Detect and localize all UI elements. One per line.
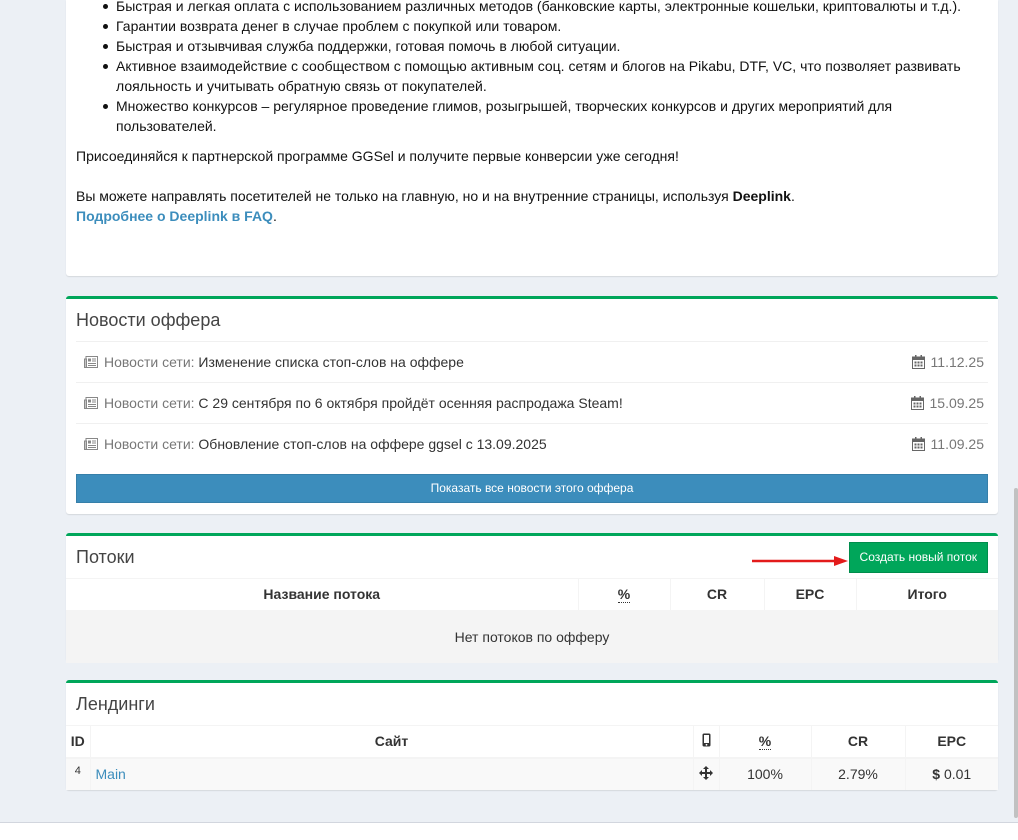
benefit-item: Активное взаимодействие с сообществом с …	[103, 56, 992, 96]
col-mobile[interactable]	[693, 725, 720, 759]
landing-epc-value: 0.01	[943, 766, 972, 782]
news-box-title: Новости оффера	[76, 310, 221, 330]
col-landing-percent-label: %	[758, 733, 772, 751]
news-title: Обновление стоп-слов на оффере ggsel с 1…	[198, 436, 547, 452]
calendar-icon	[911, 355, 925, 369]
faq-deeplink-link[interactable]: Подробнее о Deeplink в FAQ	[76, 208, 273, 224]
news-item[interactable]: Новости сети: Изменение списка стоп-слов…	[76, 341, 988, 382]
news-list: Новости сети: Изменение списка стоп-слов…	[76, 341, 988, 464]
benefit-item: Быстрая и отзывчивая служба поддержки, г…	[103, 36, 992, 56]
faq-end: .	[272, 208, 277, 224]
landing-epc: $ 0.01	[905, 757, 998, 790]
news-date-value: 11.09.25	[930, 436, 984, 452]
dollar-sign: $	[932, 766, 941, 782]
landings-table: ID Сайт % CR EPC 4 Main 100% 2.79% $ 0.0…	[66, 725, 998, 790]
col-percent-label: %	[617, 586, 631, 604]
landing-site-cell: Main	[90, 757, 694, 790]
mobile-icon	[702, 733, 710, 747]
landings-box-title: Лендинги	[76, 694, 155, 714]
show-all-news-button[interactable]: Показать все новости этого оффера	[76, 474, 988, 503]
calendar-icon	[910, 396, 924, 410]
landings-box: Лендинги ID Сайт % CR EPC 4 Main 100% 2.…	[66, 680, 998, 790]
landing-percent: 100%	[719, 757, 812, 790]
benefit-item: Множество конкурсов – регулярное проведе…	[103, 96, 992, 136]
col-stream-name[interactable]: Название потока	[66, 578, 579, 612]
news-date-value: 11.12.25	[930, 354, 984, 370]
benefit-item: Гарантии возврата денег в случае проблем…	[103, 16, 992, 36]
join-text: Присоединяйся к партнерской программе GG…	[76, 148, 679, 164]
col-total[interactable]: Итого	[856, 578, 998, 612]
calendar-icon	[911, 437, 925, 451]
news-category: Новости сети:	[104, 395, 195, 411]
news-category: Новости сети:	[104, 436, 195, 452]
news-date: 11.12.25	[911, 354, 984, 370]
landing-row: 4 Main 100% 2.79% $ 0.01	[66, 757, 998, 790]
col-site[interactable]: Сайт	[90, 725, 694, 759]
news-title: Изменение списка стоп-слов на оффере	[198, 354, 464, 370]
landing-cr: 2.79%	[811, 757, 906, 790]
faq-line: Подробнее о Deeplink в FAQ.	[76, 206, 277, 226]
offer-news-box: Новости оффера Новости сети: Изменение с…	[66, 296, 998, 514]
col-epc[interactable]: EPC	[764, 578, 857, 612]
news-date-value: 15.09.25	[929, 395, 985, 411]
landing-move-cell	[693, 757, 720, 790]
news-date: 15.09.25	[910, 395, 985, 411]
benefits-list: Быстрая и легкая оплата с использованием…	[103, 0, 992, 136]
offer-description-box: Быстрая и легкая оплата с использованием…	[66, 0, 998, 276]
landing-id: 4	[66, 757, 91, 790]
news-item[interactable]: Новости сети: Обновление стоп-слов на оф…	[76, 423, 988, 464]
page-content: Быстрая и легкая оплата с использованием…	[66, 0, 998, 790]
deeplink-text: Вы можете направлять посетителей не толь…	[76, 186, 795, 206]
deeplink-text-end: .	[790, 188, 795, 204]
newspaper-icon	[84, 438, 98, 450]
streams-table-header: Название потока % CR EPC Итого	[66, 578, 998, 612]
streams-table: Название потока % CR EPC Итого Нет поток…	[66, 578, 998, 663]
red-arrow-annotation	[752, 556, 848, 566]
benefit-item: Быстрая и легкая оплата с использованием…	[103, 0, 992, 16]
news-item[interactable]: Новости сети: С 29 сентября по 6 октября…	[76, 382, 988, 423]
footer-bar	[0, 822, 1018, 840]
landing-site-link[interactable]: Main	[96, 766, 126, 782]
page-scrollbar[interactable]	[1014, 488, 1018, 818]
empty-text: Нет потоков по офферу	[66, 610, 998, 663]
create-stream-button[interactable]: Создать новый поток	[848, 542, 988, 573]
news-title: С 29 сентября по 6 октября пройдёт осенн…	[198, 395, 623, 411]
streams-box: Потоки Создать новый поток Название пото…	[66, 533, 998, 663]
col-landing-epc[interactable]: EPC	[905, 725, 998, 759]
newspaper-icon	[84, 397, 98, 409]
newspaper-icon	[84, 356, 98, 368]
col-landing-percent[interactable]: %	[719, 725, 812, 759]
news-category: Новости сети:	[104, 354, 195, 370]
col-percent[interactable]: %	[578, 578, 671, 612]
arrows-move-icon[interactable]	[699, 765, 713, 780]
deeplink-text-main: Вы можете направлять посетителей не толь…	[76, 188, 733, 204]
landings-table-header: ID Сайт % CR EPC	[66, 725, 998, 759]
news-date: 11.09.25	[911, 436, 984, 452]
col-landing-cr[interactable]: CR	[811, 725, 906, 759]
col-id[interactable]: ID	[66, 725, 91, 759]
deeplink-bold: Deeplink	[732, 188, 791, 204]
col-cr[interactable]: CR	[670, 578, 765, 612]
empty-row: Нет потоков по офферу	[66, 610, 998, 663]
